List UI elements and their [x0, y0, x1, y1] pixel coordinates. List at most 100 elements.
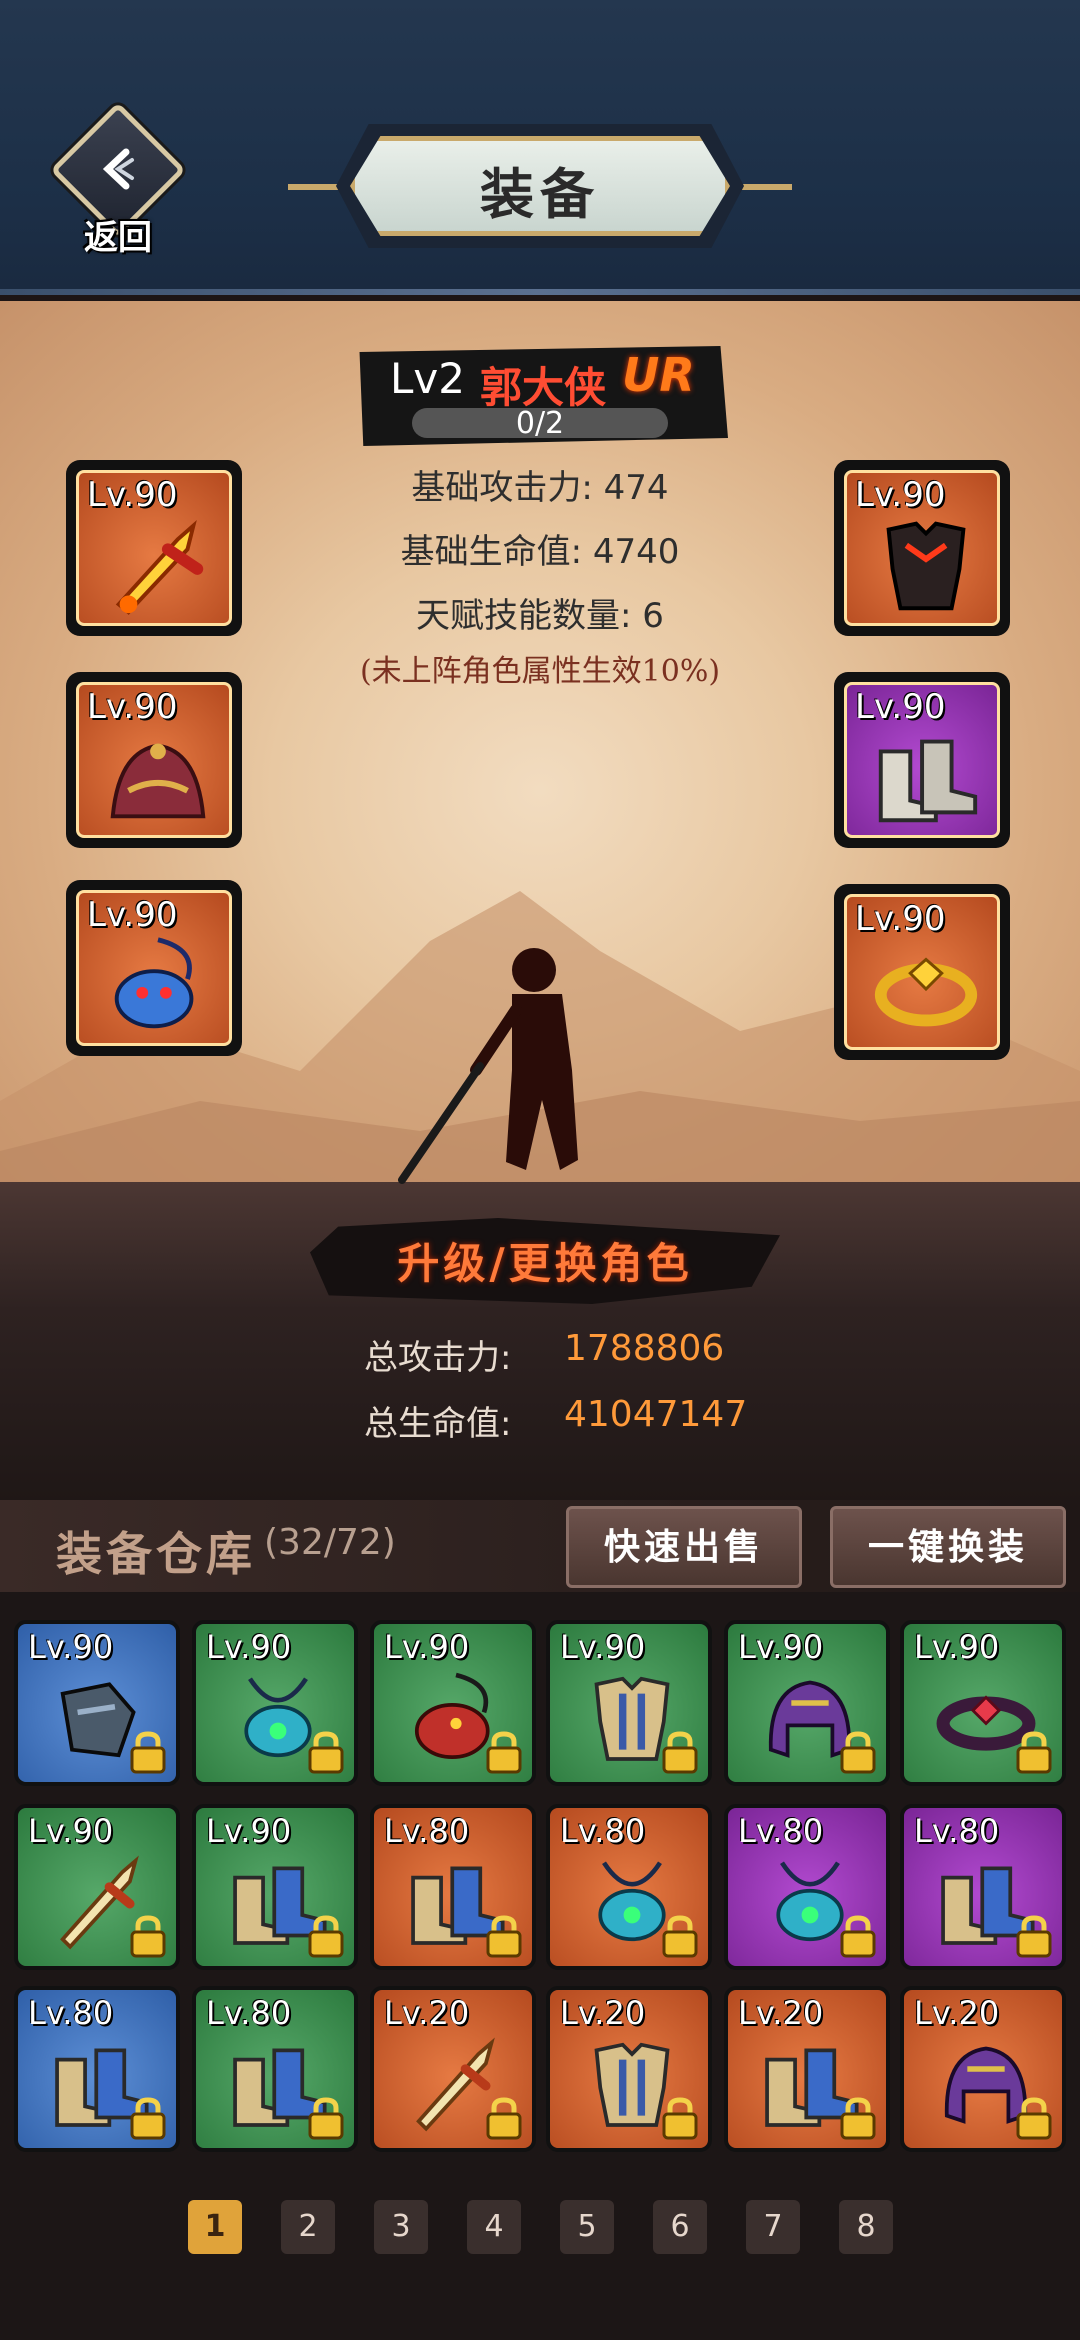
inventory-item[interactable]: Lv.20 [900, 1986, 1066, 2152]
item-level: Lv.90 [28, 1812, 114, 1850]
page-button[interactable]: 3 [374, 2200, 428, 2254]
item-level: Lv.20 [560, 1994, 646, 2032]
page-button[interactable]: 7 [746, 2200, 800, 2254]
back-arrow-icon [102, 148, 134, 190]
equip-slot-necklace[interactable]: Lv.90 [66, 880, 242, 1056]
item-level: Lv.90 [206, 1628, 292, 1666]
inventory-item[interactable]: Lv.80 [546, 1804, 712, 1970]
total-hp-label: 总生命值: [364, 1404, 512, 1444]
inventory-item[interactable]: Lv.90 [546, 1620, 712, 1786]
base-hp-stat: 基础生命值: 4740 [400, 532, 680, 572]
hero-level: Lv2 [390, 354, 465, 403]
ring-icon [874, 957, 978, 1027]
item-level: Lv.20 [914, 1994, 1000, 2032]
lock-icon [486, 2097, 522, 2140]
lock-icon [308, 1915, 344, 1958]
lock-icon [662, 1731, 698, 1774]
base-attack-stat: 基础攻击力: 474 [411, 468, 669, 508]
page-title: 装备 [480, 162, 600, 226]
inventory-item[interactable]: Lv.80 [192, 1986, 358, 2152]
warehouse-title: 装备仓库 [56, 1527, 256, 1581]
item-level: Lv.20 [384, 1994, 470, 2032]
inventory-item[interactable]: Lv.90 [900, 1620, 1066, 1786]
warehouse-count: (32/72) [264, 1522, 396, 1563]
inventory-item[interactable]: Lv.20 [724, 1986, 890, 2152]
inventory-item[interactable]: Lv.90 [14, 1804, 180, 1970]
slot-frame: Lv.90 [844, 470, 1000, 626]
item-level: Lv.90 [384, 1628, 470, 1666]
page-button[interactable]: 1 [188, 2200, 242, 2254]
slot-frame: Lv.90 [844, 894, 1000, 1050]
inventory-item[interactable]: Lv.90 [724, 1620, 890, 1786]
inventory-item[interactable]: Lv.90 [192, 1804, 358, 1970]
lock-icon [308, 2097, 344, 2140]
page-button[interactable]: 4 [467, 2200, 521, 2254]
page-button[interactable]: 5 [560, 2200, 614, 2254]
auto-equip-button[interactable]: 一键换装 [830, 1506, 1066, 1588]
inventory-item[interactable]: Lv.80 [724, 1804, 890, 1970]
item-level: Lv.90 [206, 1812, 292, 1850]
lock-icon [130, 1915, 166, 1958]
hero-rank-badge: UR [622, 348, 695, 402]
page-button[interactable]: 8 [839, 2200, 893, 2254]
item-level: Lv.90 [28, 1628, 114, 1666]
lock-icon [486, 1915, 522, 1958]
equip-slot-armor[interactable]: Lv.90 [834, 460, 1010, 636]
inventory-item[interactable]: Lv.80 [370, 1804, 536, 1970]
inventory-item[interactable]: Lv.80 [14, 1986, 180, 2152]
total-hp-value: 41047147 [564, 1394, 748, 1435]
hero-silhouette [398, 948, 578, 1184]
inactive-bonus-note: (未上阵角色属性生效10%) [359, 654, 721, 689]
lock-icon [1016, 1915, 1052, 1958]
item-level: Lv.90 [914, 1628, 1000, 1666]
total-attack-value: 1788806 [564, 1328, 725, 1369]
item-level: Lv.90 [738, 1628, 824, 1666]
equip-slot-ring[interactable]: Lv.90 [834, 884, 1010, 1060]
quick-sell-button[interactable]: 快速出售 [566, 1506, 802, 1588]
equip-slot-boots[interactable]: Lv.90 [834, 672, 1010, 848]
item-level: Lv.80 [914, 1812, 1000, 1850]
item-level: Lv.90 [560, 1628, 646, 1666]
equip-slot-weapon[interactable]: Lv.90 [66, 460, 242, 636]
page-button[interactable]: 6 [653, 2200, 707, 2254]
equip-slot-helmet[interactable]: Lv.90 [66, 672, 242, 848]
talent-count-stat: 天赋技能数量: 6 [416, 596, 664, 636]
slot-frame: Lv.90 [844, 682, 1000, 838]
lock-icon [840, 2097, 876, 2140]
item-level: Lv.80 [560, 1812, 646, 1850]
hero-exp-text: 0/2 [515, 406, 565, 441]
item-level: Lv.80 [738, 1812, 824, 1850]
back-button[interactable]: 返回 [48, 102, 188, 258]
lock-icon [1016, 2097, 1052, 2140]
slot-frame: Lv.90 [76, 682, 232, 838]
inventory-item[interactable]: Lv.20 [546, 1986, 712, 2152]
inventory-item[interactable]: Lv.90 [192, 1620, 358, 1786]
sword-icon [115, 520, 204, 615]
lock-icon [662, 2097, 698, 2140]
upgrade-change-hero-button[interactable]: 升级/更换角色 [310, 1230, 780, 1291]
armor-icon [886, 521, 966, 611]
slot-frame: Lv.90 [76, 470, 232, 626]
lock-icon [308, 1731, 344, 1774]
item-level: Lv.80 [384, 1812, 470, 1850]
page-button[interactable]: 2 [281, 2200, 335, 2254]
dragon-necklace-icon [114, 937, 194, 1029]
back-label: 返回 [84, 218, 152, 258]
lock-icon [662, 1915, 698, 1958]
lock-icon [486, 1731, 522, 1774]
hat-icon [110, 743, 206, 819]
lock-icon [840, 1731, 876, 1774]
lock-icon [1016, 1731, 1052, 1774]
inventory-item[interactable]: Lv.90 [370, 1620, 536, 1786]
lock-icon [130, 2097, 166, 2140]
total-attack-label: 总攻击力: [364, 1338, 512, 1378]
item-level: Lv.20 [738, 1994, 824, 2032]
lock-icon [130, 1731, 166, 1774]
inventory-item[interactable]: Lv.20 [370, 1986, 536, 2152]
slot-frame: Lv.90 [76, 890, 232, 1046]
inventory-item[interactable]: Lv.80 [900, 1804, 1066, 1970]
item-level: Lv.80 [206, 1994, 292, 2032]
boots-icon [878, 739, 978, 823]
item-level: Lv.80 [28, 1994, 114, 2032]
inventory-item[interactable]: Lv.90 [14, 1620, 180, 1786]
